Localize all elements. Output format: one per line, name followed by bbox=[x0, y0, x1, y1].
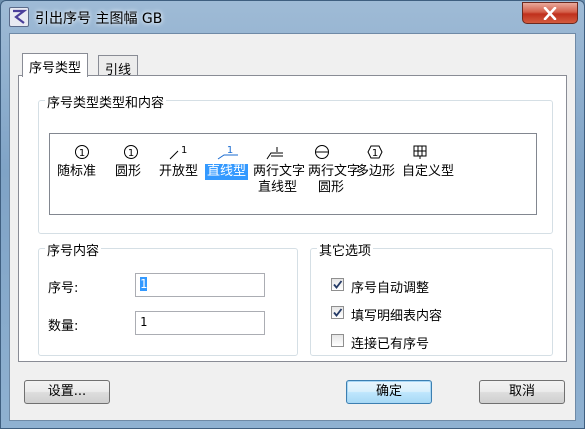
symbol-text: 1 bbox=[372, 148, 378, 159]
tab-leader[interactable]: 引线 bbox=[98, 55, 139, 78]
quantity-value: 1 bbox=[140, 315, 148, 329]
dialog-client: 序号类型 引线 序号类型类型和内容 1 1 1 1 1 随标准 圆形 开放型 直… bbox=[9, 33, 576, 421]
type-item-custom[interactable]: 自定义型 bbox=[402, 164, 454, 180]
type-group-label: 序号类型类型和内容 bbox=[45, 92, 167, 111]
close-icon bbox=[543, 7, 557, 20]
title-bar[interactable]: 引出序号 主图幅 GB bbox=[1, 1, 584, 33]
symbol-text: 1 bbox=[181, 145, 187, 156]
close-button[interactable] bbox=[522, 2, 578, 24]
type-item-two-line-circle[interactable]: 两行文字 圆形 bbox=[308, 164, 360, 196]
tab-panel: 序号类型类型和内容 1 1 1 1 1 随标准 圆形 开放型 直线型 两行文字 bbox=[18, 75, 567, 362]
circle-symbol-icon: 1 bbox=[124, 145, 138, 159]
checkbox-label: 序号自动调整 bbox=[351, 281, 430, 296]
type-item-standard[interactable]: 随标准 bbox=[57, 164, 96, 180]
checkbox-box[interactable] bbox=[331, 278, 344, 291]
symbol-text: 1 bbox=[128, 148, 134, 159]
number-value: 1 bbox=[140, 277, 148, 291]
checkbox-label: 填写明细表内容 bbox=[351, 309, 443, 324]
checkbox-box[interactable] bbox=[331, 306, 344, 319]
circle-symbol-icon: 1 bbox=[75, 145, 89, 159]
type-item-line[interactable]: 直线型 bbox=[205, 164, 249, 180]
cancel-button[interactable]: 取消 bbox=[479, 380, 565, 404]
type-item-sub-label: 直线型 bbox=[258, 180, 298, 195]
quantity-label: 数量: bbox=[48, 319, 79, 334]
type-item-label: 两行文字 bbox=[308, 164, 361, 179]
open-symbol-icon: 1 bbox=[169, 145, 187, 160]
content-group-label: 序号内容 bbox=[45, 240, 102, 259]
type-item-polygon[interactable]: 多边形 bbox=[356, 164, 395, 180]
symbol-text: 1 bbox=[227, 145, 233, 156]
other-options-groupbox: 其它选项 序号自动调整 填写明细表内容 连接已有序号 bbox=[310, 240, 553, 356]
check-icon bbox=[333, 308, 343, 317]
custom-symbol-icon bbox=[413, 145, 427, 159]
quantity-input[interactable]: 1 bbox=[135, 311, 265, 335]
number-label: 序号: bbox=[48, 281, 79, 296]
dialog-window: 引出序号 主图幅 GB 序号类型 引线 序号类型类型和内容 1 1 1 1 1 bbox=[0, 0, 585, 429]
type-item-two-line-line[interactable]: 两行文字 直线型 bbox=[253, 164, 305, 196]
two-line-circle-symbol-icon bbox=[315, 145, 329, 159]
polygon-symbol-icon: 1 bbox=[367, 145, 383, 159]
type-item-circle[interactable]: 圆形 bbox=[115, 164, 141, 180]
type-item-open[interactable]: 开放型 bbox=[159, 164, 198, 180]
checkbox-label: 连接已有序号 bbox=[351, 337, 430, 352]
line-symbol-icon: 1 bbox=[217, 145, 238, 160]
ok-button[interactable]: 确定 bbox=[346, 380, 432, 404]
content-groupbox: 序号内容 序号: 1 数量: 1 bbox=[38, 240, 298, 356]
window-title: 引出序号 主图幅 GB bbox=[35, 11, 163, 27]
settings-button[interactable]: 设置... bbox=[24, 380, 110, 404]
app-icon bbox=[9, 7, 29, 27]
check-icon bbox=[333, 280, 343, 289]
number-input[interactable]: 1 bbox=[135, 273, 265, 297]
checkbox-box[interactable] bbox=[331, 334, 344, 347]
type-list[interactable]: 1 1 1 1 1 随标准 圆形 开放型 直线型 两行文字 直线型 两行文字 圆… bbox=[49, 133, 537, 215]
type-item-label: 两行文字 bbox=[253, 164, 306, 179]
tab-number-type[interactable]: 序号类型 bbox=[22, 53, 89, 77]
type-item-sub-label: 圆形 bbox=[318, 180, 345, 195]
two-line-symbol-icon bbox=[266, 147, 283, 160]
type-groupbox: 序号类型类型和内容 1 1 1 1 1 随标准 圆形 开放型 直线型 两行文字 bbox=[38, 92, 553, 234]
symbol-text: 1 bbox=[79, 148, 85, 159]
other-options-label: 其它选项 bbox=[317, 240, 374, 259]
